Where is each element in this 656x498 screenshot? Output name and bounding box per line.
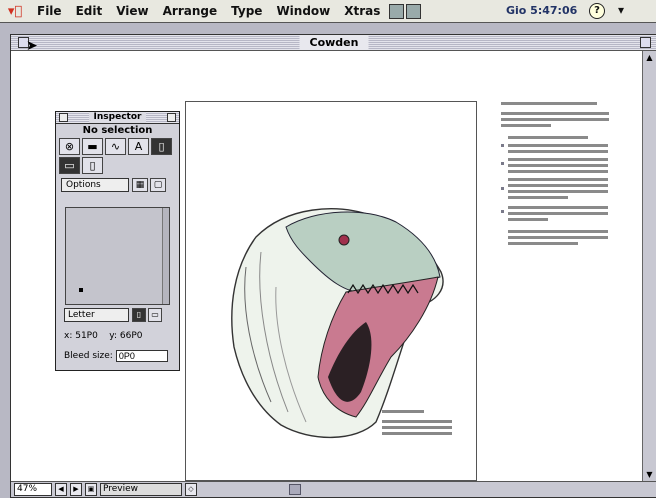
inspector-subtitle: No selection [82,125,153,136]
inspector-title-bar[interactable]: Inspector [56,112,179,124]
landscape-orientation-icon[interactable]: ▭ [148,308,162,322]
text-line [508,242,578,245]
bleed-size-label: Bleed size: [64,351,113,361]
close-box-icon[interactable] [59,113,68,122]
apple-icon[interactable]: ▾ [0,4,30,19]
paper-size-dropdown[interactable]: Letter [64,308,129,322]
application-menu-icon[interactable]: ▾ [618,3,624,17]
y-value: 66P0 [119,331,143,341]
text-line [508,136,588,139]
stroke-inspector-icon[interactable]: ∿ [105,138,126,155]
text-line [508,196,568,199]
text-line [501,112,609,115]
text-line [501,102,597,105]
zoom-box-icon[interactable] [167,113,176,122]
text-line [508,144,608,147]
page-coordinates: x: 51P0 y: 66P0 [64,331,143,341]
page-caption-line [382,410,424,413]
pages-inspector-icon[interactable]: ▭ [59,157,80,174]
document-inspector-icon[interactable]: ▯ [151,138,172,155]
text-line [508,236,608,239]
help-icon[interactable]: ? [589,3,605,19]
inspector-palette: Inspector No selection ⊗ ▬ ∿ A ▯ ▭ ▯ Opt… [55,111,180,371]
text-line [508,218,548,221]
panel-scrollbar[interactable] [162,208,169,304]
vertical-scrollbar[interactable]: ▲ ▼ [642,51,656,481]
page[interactable] [185,101,477,481]
text-line [508,206,608,209]
scroll-up-arrow-icon[interactable]: ▲ [645,53,654,62]
text-line [508,178,608,181]
page-caption-line [382,432,452,435]
text-line [508,212,608,215]
script-icon[interactable] [406,3,422,19]
view-mode-select[interactable]: Preview [100,483,182,496]
text-line [508,184,608,187]
page-caption-line [382,420,452,423]
zoom-box-icon[interactable] [640,37,651,48]
menu-clock: Gio 5:47:06 [506,4,578,17]
fill-inspector-icon[interactable]: ▬ [82,138,103,155]
page-setup-icon[interactable]: ▯ [82,157,103,174]
xtras-icon[interactable] [389,3,405,19]
x-label: x: [64,331,73,341]
inspector-title: Inspector [88,112,147,123]
page-caption-line [382,426,452,429]
menu-bar: ▾ File Edit View Arrange Type Window Xt… [0,0,656,23]
bottom-bar: 47% ◀ ▶ ▣ Preview ◇ [11,481,656,497]
portrait-orientation-icon[interactable]: ▯ [132,308,146,322]
window-title: Cowden [299,35,369,50]
text-line [508,230,608,233]
text-line [508,164,608,167]
page-grid-icon[interactable]: ▦ [132,178,148,192]
bullet-icon [501,162,504,165]
object-inspector-icon[interactable]: ⊗ [59,138,80,155]
page-view-icon[interactable]: ▣ [85,483,97,496]
scroll-thumb[interactable] [289,484,301,495]
menu-xtras[interactable]: Xtras [337,4,387,18]
text-line [508,190,608,193]
menu-window[interactable]: Window [269,4,337,18]
bullet-icon [501,187,504,190]
page-thumbnail-marker [79,288,83,292]
menu-view[interactable]: View [109,4,155,18]
text-line [501,124,551,127]
title-bar[interactable]: Cowden [11,35,656,51]
bleed-size-input[interactable] [115,350,168,362]
view-toggle-icon[interactable]: ◇ [185,483,197,496]
zoom-field[interactable]: 47% [14,483,52,496]
menu-type[interactable]: Type [224,4,269,18]
menu-edit[interactable]: Edit [69,4,110,18]
bleed-row: Bleed size: [64,350,168,362]
text-line [508,170,608,173]
menu-file[interactable]: File [30,4,69,18]
y-label: y: [109,331,118,341]
text-inspector-icon[interactable]: A [128,138,149,155]
page-thumbnail-panel[interactable] [65,207,170,305]
menu-arrange[interactable]: Arrange [156,4,225,18]
scroll-down-arrow-icon[interactable]: ▼ [645,470,654,479]
text-line [501,118,609,121]
text-line [508,150,608,153]
x-value: 51P0 [75,331,98,341]
bullet-icon [501,144,504,147]
page-fit-icon[interactable]: ▢ [150,178,166,192]
bullet-icon [501,210,504,213]
text-line [508,158,608,161]
options-dropdown[interactable]: Options [61,178,129,192]
page-back-icon[interactable]: ◀ [55,483,67,496]
page-forward-icon[interactable]: ▶ [70,483,82,496]
